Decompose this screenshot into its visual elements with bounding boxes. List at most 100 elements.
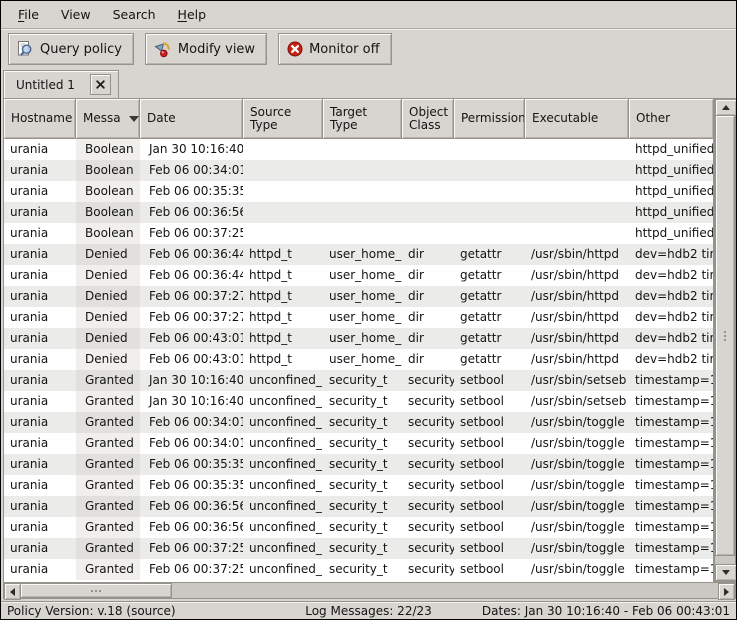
cell-permission: setbool [454, 370, 525, 391]
cell-message: Granted [76, 412, 140, 433]
cell-source_type: unconfined_ [243, 391, 323, 412]
table-row[interactable]: uraniaGrantedFeb 06 00:35:35unconfined_s… [4, 454, 713, 475]
column-header-date[interactable]: Date [140, 98, 243, 139]
scroll-right-button[interactable] [718, 583, 735, 600]
table-row[interactable]: uraniaGrantedFeb 06 00:37:25unconfined_s… [4, 559, 713, 580]
cell-other: httpd_unified:1, h [629, 202, 714, 223]
table-row[interactable]: uraniaGrantedJan 30 10:16:40unconfined_s… [4, 370, 713, 391]
column-header-source_type[interactable]: SourceType [243, 98, 323, 139]
cell-target_type: security_t [323, 433, 402, 454]
cell-executable: /usr/sbin/httpd [525, 328, 629, 349]
query-policy-button[interactable]: Query policy [8, 33, 134, 65]
cell-source_type [243, 202, 323, 223]
cell-target_type [323, 181, 402, 202]
dates-status: Dates: Jan 30 10:16:40 - Feb 06 00:43:01 [432, 604, 730, 618]
column-header-executable[interactable]: Executable [525, 98, 629, 139]
cell-executable: /usr/sbin/httpd [525, 265, 629, 286]
cell-executable: /usr/sbin/httpd [525, 307, 629, 328]
cell-executable: /usr/sbin/httpd [525, 286, 629, 307]
cell-source_type: unconfined_ [243, 412, 323, 433]
menu-help[interactable]: Help [167, 2, 218, 27]
cell-permission [454, 181, 525, 202]
tab-close-button[interactable] [90, 74, 111, 95]
column-header-target_type[interactable]: TargetType [323, 98, 402, 139]
cell-message: Granted [76, 517, 140, 538]
table-row[interactable]: uraniaGrantedJan 30 10:16:40unconfined_s… [4, 391, 713, 412]
table-row[interactable]: uraniaGrantedFeb 06 00:35:35unconfined_s… [4, 475, 713, 496]
column-header-hostname[interactable]: Hostname [4, 98, 76, 139]
cell-source_type: unconfined_ [243, 454, 323, 475]
cell-hostname: urania [4, 244, 76, 265]
cell-other: httpd_unified:1, h [629, 160, 714, 181]
table-row[interactable]: uraniaGrantedFeb 06 00:34:01unconfined_s… [4, 412, 713, 433]
table-row[interactable]: uraniaBooleanFeb 06 00:37:25httpd_unifie… [4, 223, 713, 244]
cell-source_type: httpd_t [243, 244, 323, 265]
arrow-right-icon [724, 588, 729, 596]
cell-target_type: user_home_ [323, 286, 402, 307]
tab-label: Untitled 1 [16, 78, 75, 92]
cell-object_class: security [402, 538, 454, 559]
cell-date: Feb 06 00:43:01 [140, 328, 243, 349]
column-header-other[interactable]: Other [629, 98, 714, 139]
cell-object_class [402, 181, 454, 202]
cell-message: Boolean [76, 160, 140, 181]
cell-other: dev=hdb2 timesta [629, 244, 714, 265]
cell-target_type: user_home_ [323, 328, 402, 349]
table-row[interactable]: uraniaDeniedFeb 06 00:36:44httpd_tuser_h… [4, 244, 713, 265]
modify-view-label: Modify view [178, 42, 255, 57]
toolbar: Query policy Modify view Mo [8, 33, 392, 65]
table-row[interactable]: uraniaDeniedFeb 06 00:43:01httpd_tuser_h… [4, 349, 713, 370]
column-header-permission[interactable]: Permission [454, 98, 525, 139]
horizontal-scrollbar-thumb[interactable] [20, 583, 172, 598]
table-row[interactable]: uraniaDeniedFeb 06 00:37:27httpd_tuser_h… [4, 286, 713, 307]
cell-message: Denied [76, 328, 140, 349]
table-row[interactable]: uraniaDeniedFeb 06 00:36:44httpd_tuser_h… [4, 265, 713, 286]
cell-permission: setbool [454, 454, 525, 475]
scroll-left-button[interactable] [4, 583, 21, 600]
cell-other: timestamp=11076 [629, 517, 714, 538]
cell-target_type: security_t [323, 454, 402, 475]
table-row[interactable]: uraniaDeniedFeb 06 00:37:27httpd_tuser_h… [4, 307, 713, 328]
cell-executable [525, 202, 629, 223]
table-row[interactable]: uraniaGrantedFeb 06 00:36:56unconfined_s… [4, 517, 713, 538]
horizontal-scrollbar[interactable] [3, 582, 736, 599]
monitor-off-icon [287, 41, 303, 57]
cell-target_type [323, 160, 402, 181]
scroll-down-button[interactable] [715, 564, 737, 581]
menu-file[interactable]: File [7, 2, 50, 27]
menu-search[interactable]: Search [102, 2, 167, 27]
table-row[interactable]: uraniaBooleanFeb 06 00:34:01httpd_unifie… [4, 160, 713, 181]
modify-view-button[interactable]: Modify view [145, 33, 267, 65]
cell-object_class [402, 160, 454, 181]
monitor-off-button[interactable]: Monitor off [278, 33, 391, 65]
table-row[interactable]: uraniaBooleanFeb 06 00:35:35httpd_unifie… [4, 181, 713, 202]
cell-other: dev=hdb2 timesta [629, 328, 714, 349]
cell-source_type: unconfined_ [243, 517, 323, 538]
table-row[interactable]: uraniaDeniedFeb 06 00:43:01httpd_tuser_h… [4, 328, 713, 349]
vertical-scrollbar-thumb[interactable] [715, 115, 735, 556]
cell-object_class [402, 223, 454, 244]
cell-target_type [323, 139, 402, 160]
table-row[interactable]: uraniaGrantedFeb 06 00:34:01unconfined_s… [4, 433, 713, 454]
cell-target_type: security_t [323, 496, 402, 517]
cell-permission: setbool [454, 433, 525, 454]
table-row[interactable]: uraniaGrantedFeb 06 00:36:56unconfined_s… [4, 496, 713, 517]
menu-view[interactable]: View [50, 2, 102, 27]
table-row[interactable]: uraniaBooleanFeb 06 00:36:56httpd_unifie… [4, 202, 713, 223]
cell-message: Granted [76, 454, 140, 475]
cell-source_type: unconfined_ [243, 496, 323, 517]
cell-message: Granted [76, 559, 140, 580]
scroll-up-button[interactable] [715, 99, 737, 116]
tab-untitled-1[interactable]: Untitled 1 [3, 70, 119, 98]
cell-permission [454, 139, 525, 160]
cell-hostname: urania [4, 223, 76, 244]
close-icon [96, 80, 105, 89]
cell-other: timestamp=11076 [629, 433, 714, 454]
table-row[interactable]: uraniaBooleanJan 30 10:16:40httpd_unifie… [4, 139, 713, 160]
column-header-object_class[interactable]: ObjectClass [402, 98, 454, 139]
vertical-scrollbar[interactable] [714, 98, 736, 582]
column-header-message[interactable]: Messa [76, 98, 140, 139]
table-row[interactable]: uraniaGrantedFeb 06 00:37:25unconfined_s… [4, 538, 713, 559]
cell-date: Feb 06 00:36:44 [140, 244, 243, 265]
column-header-label: Executable [532, 112, 598, 125]
